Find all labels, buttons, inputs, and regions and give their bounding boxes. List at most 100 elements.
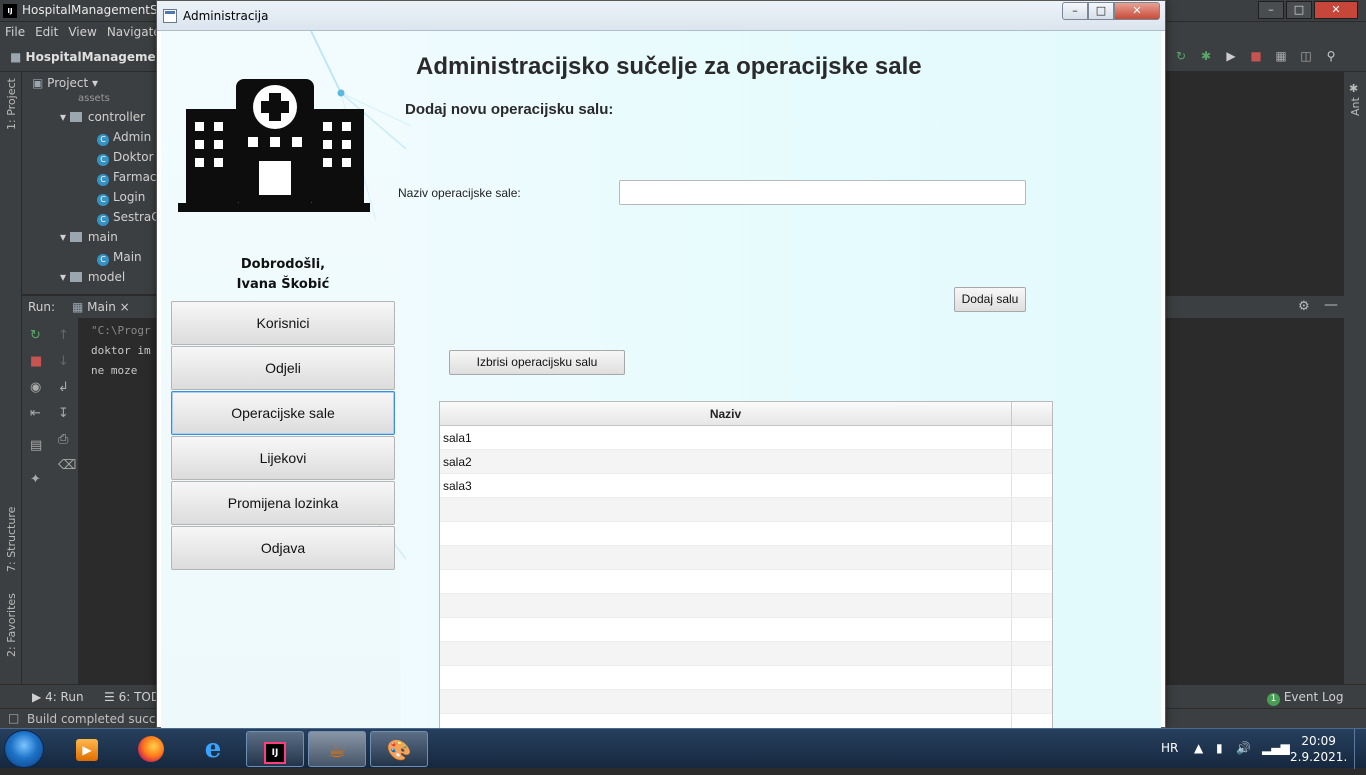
pin-icon[interactable]: ✦ [30, 472, 41, 487]
table-row[interactable] [440, 642, 1052, 666]
show-hidden-icons-icon[interactable]: ▲ [1194, 741, 1203, 755]
event-log-tab[interactable]: 1 Event Log [1267, 690, 1343, 706]
language-indicator[interactable]: HR [1161, 741, 1178, 755]
table-row[interactable]: sala2 [440, 450, 1052, 474]
system-tray: HR ▲ ▮ 🔊 ▂▄▆ 20:09 2.9.2021. [1150, 729, 1366, 769]
exit-icon[interactable]: ⇤ [30, 406, 41, 421]
tree-folder-assets[interactable]: assets [78, 93, 110, 104]
down-arrow-icon[interactable]: ↓ [58, 354, 69, 369]
nav-korisnici-button[interactable]: Korisnici [171, 301, 395, 345]
tree-class-item[interactable]: C Admin [97, 130, 151, 146]
table-row[interactable] [440, 690, 1052, 714]
minimize-button[interactable]: – [1062, 2, 1088, 20]
internet-explorer-task-icon[interactable]: e [184, 731, 242, 767]
app-content: Dobrodošli, Ivana Škobić Korisnici Odjel… [161, 31, 1161, 729]
table-row[interactable] [440, 594, 1052, 618]
nav-lijekovi-button[interactable]: Lijekovi [171, 436, 395, 480]
folder-icon [69, 272, 82, 282]
media-player-task-icon[interactable]: ▶ [58, 731, 116, 767]
ide-title: HospitalManagementSys [22, 3, 171, 17]
project-structure-icon[interactable]: ▦ [1274, 49, 1288, 63]
table-cell-naziv [440, 570, 1012, 594]
table-row[interactable] [440, 570, 1052, 594]
print-icon[interactable]: ⎙ [58, 432, 68, 447]
coverage-icon[interactable]: ▶ [1224, 49, 1238, 63]
battery-icon[interactable]: ▮ [1216, 741, 1223, 755]
table-row[interactable] [440, 666, 1052, 690]
windows-taskbar: ▶ e IJ ☕ 🎨 HR ▲ ▮ 🔊 ▂▄▆ 20:09 2.9.2021. [0, 728, 1366, 769]
class-icon: C [97, 174, 109, 186]
table-row[interactable] [440, 618, 1052, 642]
structure-side-tab[interactable]: 7: Structure [5, 507, 18, 572]
event-count-badge: 1 [1267, 693, 1280, 706]
column-header-naziv[interactable]: Naziv [440, 402, 1012, 426]
java-task-icon[interactable]: ☕ [308, 731, 366, 767]
tree-folder-main[interactable]: ▾ main [60, 230, 118, 244]
debug-icon[interactable]: ✱ [1199, 49, 1213, 63]
settings-gear-icon[interactable]: ⚙ [1298, 299, 1310, 314]
breadcrumb[interactable]: ■ HospitalManagementS [10, 50, 179, 64]
ant-side-tab[interactable]: Ant [1349, 97, 1362, 116]
tree-folder-controller[interactable]: ▾ controller [60, 110, 145, 124]
paint-task-icon[interactable]: 🎨 [370, 731, 428, 767]
run-tab-main[interactable]: ▦ Main × [72, 300, 130, 314]
table-row[interactable]: sala3 [440, 474, 1052, 498]
tree-class-item[interactable]: C SestraC [97, 210, 160, 226]
show-desktop-button[interactable] [1354, 729, 1366, 769]
ide-minimize-button[interactable]: – [1258, 1, 1284, 19]
favorites-side-tab[interactable]: 2: Favorites [5, 593, 18, 657]
layout-icon[interactable]: ◫ [1299, 49, 1313, 63]
app-titlebar[interactable]: Administracija – □ ✕ [157, 1, 1165, 31]
start-button[interactable] [4, 730, 44, 768]
stop-icon[interactable]: ■ [30, 354, 42, 369]
ide-maximize-button[interactable]: □ [1286, 1, 1312, 19]
delete-room-button[interactable]: Izbrisi operacijsku salu [449, 350, 625, 375]
menu-view[interactable]: View [63, 22, 101, 39]
layout-icon[interactable]: ▤ [30, 438, 42, 453]
camera-icon[interactable]: ◉ [30, 380, 41, 395]
tree-class-item[interactable]: C Doktor [97, 150, 154, 166]
network-signal-icon[interactable]: ▂▄▆ [1262, 741, 1290, 755]
tree-folder-model[interactable]: ▾ model [60, 270, 125, 284]
operating-rooms-table: Naziv sala1 sala2 sala3 [439, 401, 1053, 729]
menu-file[interactable]: File [0, 22, 30, 39]
scroll-to-end-icon[interactable]: ↧ [58, 406, 69, 421]
rerun-icon[interactable]: ↻ [1174, 49, 1188, 63]
rerun-icon[interactable]: ↻ [30, 328, 41, 343]
tree-class-item[interactable]: C Login [97, 190, 145, 206]
tree-class-item[interactable]: C Main [97, 250, 142, 266]
todo-bottom-tab[interactable]: ☰ 6: TOD [104, 690, 160, 704]
soft-wrap-icon[interactable]: ↲ [58, 380, 69, 395]
run-bottom-tab[interactable]: ▶ 4: Run [32, 690, 84, 704]
stop-icon[interactable]: ■ [1249, 49, 1263, 63]
trash-icon[interactable]: ⌫ [58, 458, 76, 473]
clock[interactable]: 20:09 2.9.2021. [1290, 733, 1347, 765]
clock-time: 20:09 [1301, 734, 1336, 748]
hide-panel-icon[interactable]: — [1324, 297, 1338, 313]
table-row[interactable]: sala1 [440, 426, 1052, 450]
nav-odjeli-button[interactable]: Odjeli [171, 346, 395, 390]
nav-promijena-lozinka-button[interactable]: Promijena lozinka [171, 481, 395, 525]
table-row[interactable] [440, 522, 1052, 546]
close-button[interactable]: ✕ [1114, 2, 1160, 20]
table-row[interactable] [440, 714, 1052, 729]
intellij-task-icon[interactable]: IJ [246, 731, 304, 767]
firefox-task-icon[interactable] [122, 731, 180, 767]
nav-odjava-button[interactable]: Odjava [171, 526, 395, 570]
tree-class-item[interactable]: C Farmac [97, 170, 157, 186]
ide-close-button[interactable]: ✕ [1314, 1, 1358, 19]
maximize-button[interactable]: □ [1088, 2, 1114, 20]
project-header[interactable]: ▣ Project ▾ [32, 76, 98, 90]
up-arrow-icon[interactable]: ↑ [58, 328, 69, 343]
volume-icon[interactable]: 🔊 [1236, 741, 1251, 755]
table-row[interactable] [440, 546, 1052, 570]
console-line: ne moze [91, 364, 138, 377]
table-row[interactable] [440, 498, 1052, 522]
table-header: Naziv [440, 402, 1052, 426]
search-everywhere-icon[interactable]: ⚲ [1324, 49, 1338, 63]
nav-operacijske-sale-button[interactable]: Operacijske sale [171, 391, 395, 435]
operating-room-name-input[interactable] [619, 180, 1026, 205]
project-side-tab[interactable]: 1: Project [5, 78, 18, 130]
menu-edit[interactable]: Edit [30, 22, 63, 39]
add-room-button[interactable]: Dodaj salu [954, 287, 1026, 312]
